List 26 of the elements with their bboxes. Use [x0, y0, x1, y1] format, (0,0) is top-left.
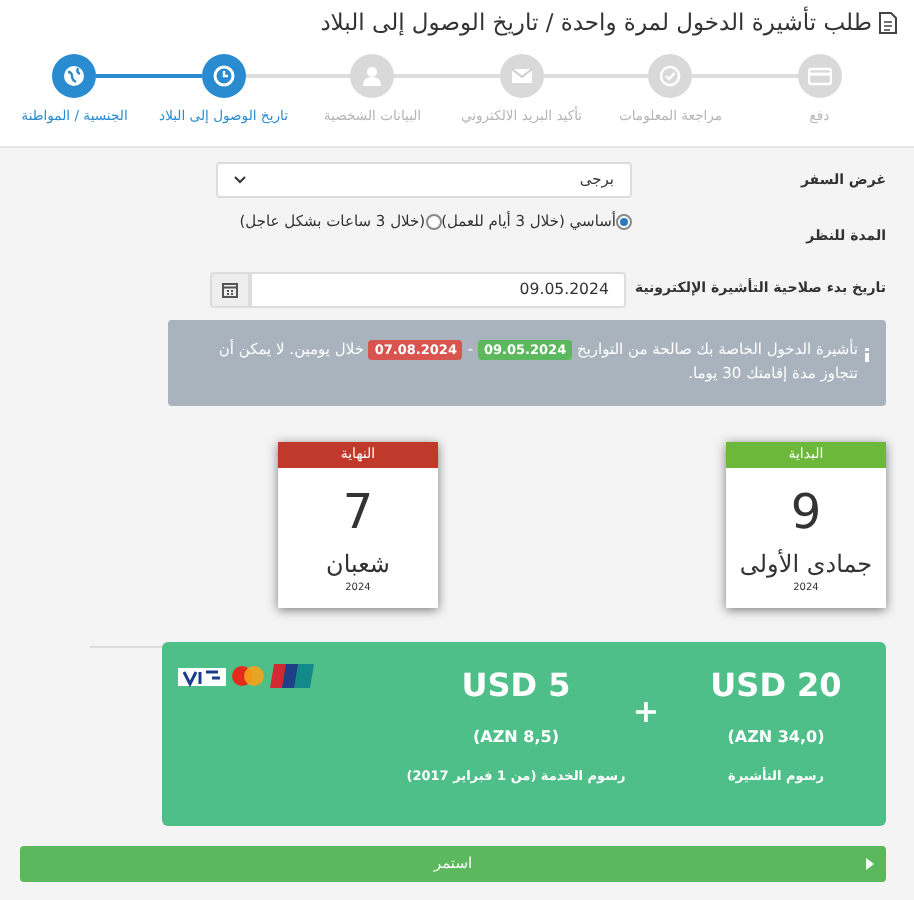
check-circle-icon [658, 64, 683, 89]
clock-icon [211, 64, 236, 89]
chevron-icon [234, 176, 246, 184]
calendar-day: 7 [278, 488, 438, 536]
fee-local-amount: (AZN 34,0) [725, 725, 827, 749]
calendar-month: جمادى الأولى [737, 547, 875, 582]
calendar-icon [222, 281, 239, 297]
radio-button[interactable] [425, 213, 442, 230]
plus-sign: + [630, 689, 662, 733]
globe-icon [62, 64, 87, 89]
credit-card-icon [807, 64, 832, 89]
envelope-icon [509, 64, 534, 89]
step-circle[interactable] [52, 54, 97, 99]
calendar-button[interactable] [210, 271, 251, 307]
document-icon [878, 12, 898, 35]
step-circle[interactable] [201, 54, 246, 99]
caret-icon [866, 857, 874, 869]
calendar-month: شعبان [324, 548, 392, 582]
info-icon [864, 347, 870, 361]
fee-amount: USD 5 [459, 663, 573, 707]
radio-button[interactable] [616, 213, 632, 230]
calendar-day: 9 [726, 488, 886, 536]
fee-local-amount: (AZN 8,5) [471, 725, 561, 749]
user-icon [360, 64, 385, 89]
fee-amount: USD 20 [708, 663, 844, 707]
page-title: طلب تأشيرة الدخول لمرة واحدة / تاريخ الوصول إلى البلاد [320, 6, 872, 40]
